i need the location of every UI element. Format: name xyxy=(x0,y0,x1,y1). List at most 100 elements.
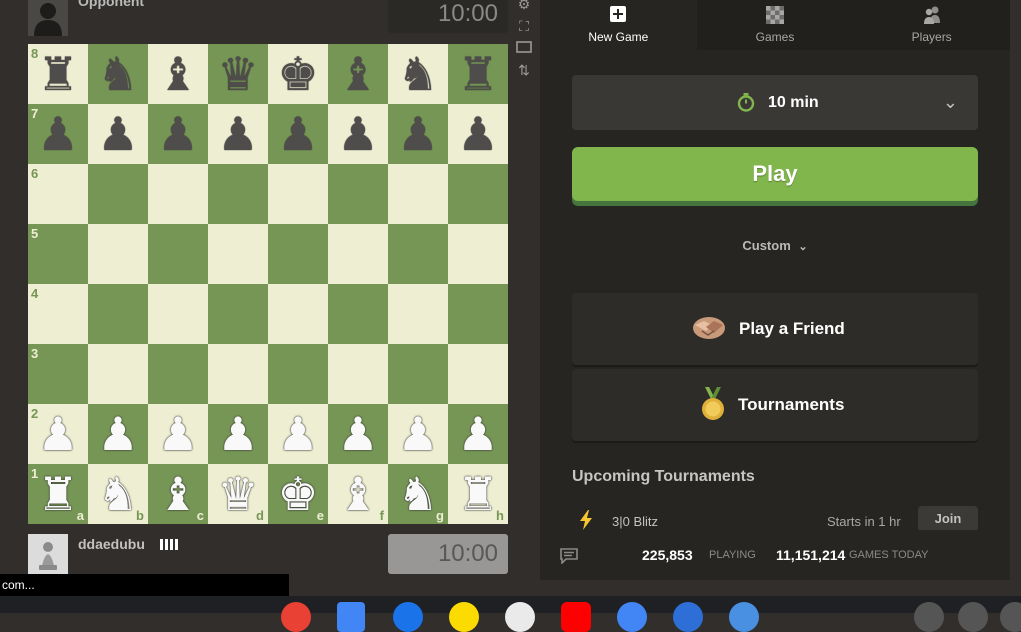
custom-toggle[interactable]: Custom ⌄ xyxy=(540,238,1010,253)
flip-board-icon[interactable]: ⇅ xyxy=(516,62,532,78)
square-f6[interactable] xyxy=(328,164,388,224)
white-pawn-icon[interactable]: ♟ xyxy=(148,404,208,464)
square-c4[interactable] xyxy=(148,284,208,344)
square-d4[interactable] xyxy=(208,284,268,344)
square-e2[interactable]: ♟ xyxy=(268,404,328,464)
status-tray-icon[interactable] xyxy=(1000,602,1021,632)
settings-gear-icon[interactable]: ⚙ xyxy=(516,0,532,12)
theater-mode-icon[interactable] xyxy=(516,40,532,56)
square-e4[interactable] xyxy=(268,284,328,344)
square-g1[interactable]: g ♞ xyxy=(388,464,448,524)
tab-players[interactable]: Players xyxy=(853,0,1011,50)
square-g2[interactable]: ♟ xyxy=(388,404,448,464)
square-d6[interactable] xyxy=(208,164,268,224)
square-d5[interactable] xyxy=(208,224,268,284)
square-h2[interactable]: ♟ xyxy=(448,404,508,464)
white-knight-icon[interactable]: ♞ xyxy=(388,464,448,524)
black-pawn-icon[interactable]: ♟ xyxy=(208,104,268,164)
square-a8[interactable]: 8 ♜ xyxy=(28,44,88,104)
meet-icon[interactable] xyxy=(729,602,759,632)
square-g4[interactable] xyxy=(388,284,448,344)
white-pawn-icon[interactable]: ♟ xyxy=(208,404,268,464)
square-b2[interactable]: ♟ xyxy=(88,404,148,464)
square-d7[interactable]: ♟ xyxy=(208,104,268,164)
black-knight-icon[interactable]: ♞ xyxy=(88,44,148,104)
white-knight-icon[interactable]: ♞ xyxy=(88,464,148,524)
black-rook-icon[interactable]: ♜ xyxy=(448,44,508,104)
play-store-icon[interactable] xyxy=(505,602,535,632)
square-b4[interactable] xyxy=(88,284,148,344)
black-pawn-icon[interactable]: ♟ xyxy=(328,104,388,164)
square-e5[interactable] xyxy=(268,224,328,284)
square-d2[interactable]: ♟ xyxy=(208,404,268,464)
square-c5[interactable] xyxy=(148,224,208,284)
square-f2[interactable]: ♟ xyxy=(328,404,388,464)
square-h6[interactable] xyxy=(448,164,508,224)
black-queen-icon[interactable]: ♛ xyxy=(208,44,268,104)
square-g7[interactable]: ♟ xyxy=(388,104,448,164)
black-pawn-icon[interactable]: ♟ xyxy=(148,104,208,164)
tab-new-game[interactable]: New Game xyxy=(540,0,697,50)
square-a2[interactable]: 2 ♟ xyxy=(28,404,88,464)
square-h5[interactable] xyxy=(448,224,508,284)
tournaments-button[interactable]: Tournaments xyxy=(572,369,978,441)
square-b5[interactable] xyxy=(88,224,148,284)
chat-icon[interactable] xyxy=(560,548,578,564)
chess-board[interactable]: 8 ♜ ♞ ♝ ♛ ♚ ♝ ♞ ♜ 7 ♟ ♟ ♟ ♟ ♟ ♟ ♟ ♟ 6 5 4 3 2 ♟ ♟ ♟ ♟ ♟ ♟ ♟ ♟ 1 a ♜ b ♞ c ♝ d ♛… xyxy=(28,44,508,524)
square-c2[interactable]: ♟ xyxy=(148,404,208,464)
square-h1[interactable]: h ♜ xyxy=(448,464,508,524)
square-f4[interactable] xyxy=(328,284,388,344)
white-pawn-icon[interactable]: ♟ xyxy=(28,404,88,464)
docs-icon[interactable] xyxy=(337,602,365,632)
white-rook-icon[interactable]: ♜ xyxy=(28,464,88,524)
square-e1[interactable]: e ♚ xyxy=(268,464,328,524)
black-pawn-icon[interactable]: ♟ xyxy=(448,104,508,164)
black-king-icon[interactable]: ♚ xyxy=(268,44,328,104)
square-b1[interactable]: b ♞ xyxy=(88,464,148,524)
white-king-icon[interactable]: ♚ xyxy=(268,464,328,524)
square-a7[interactable]: 7 ♟ xyxy=(28,104,88,164)
square-f1[interactable]: f ♝ xyxy=(328,464,388,524)
square-c1[interactable]: c ♝ xyxy=(148,464,208,524)
square-c7[interactable]: ♟ xyxy=(148,104,208,164)
youtube-icon[interactable] xyxy=(561,602,591,632)
chrome-icon[interactable] xyxy=(281,602,311,632)
square-b7[interactable]: ♟ xyxy=(88,104,148,164)
calendar-icon[interactable] xyxy=(673,602,703,632)
square-h4[interactable] xyxy=(448,284,508,344)
join-button[interactable]: Join xyxy=(918,506,978,532)
square-d1[interactable]: d ♛ xyxy=(208,464,268,524)
square-g8[interactable]: ♞ xyxy=(388,44,448,104)
black-bishop-icon[interactable]: ♝ xyxy=(328,44,388,104)
white-pawn-icon[interactable]: ♟ xyxy=(268,404,328,464)
square-a6[interactable]: 6 xyxy=(28,164,88,224)
square-g3[interactable] xyxy=(388,344,448,404)
square-e3[interactable] xyxy=(268,344,328,404)
square-e7[interactable]: ♟ xyxy=(268,104,328,164)
square-e8[interactable]: ♚ xyxy=(268,44,328,104)
square-b3[interactable] xyxy=(88,344,148,404)
white-pawn-icon[interactable]: ♟ xyxy=(328,404,388,464)
messages-icon[interactable] xyxy=(393,602,423,632)
square-g6[interactable] xyxy=(388,164,448,224)
black-pawn-icon[interactable]: ♟ xyxy=(268,104,328,164)
time-control-select[interactable]: 10 min ⌄ xyxy=(572,75,978,130)
square-h8[interactable]: ♜ xyxy=(448,44,508,104)
square-e6[interactable] xyxy=(268,164,328,224)
black-rook-icon[interactable]: ♜ xyxy=(28,44,88,104)
play-button[interactable]: Play xyxy=(572,147,978,201)
square-f5[interactable] xyxy=(328,224,388,284)
white-bishop-icon[interactable]: ♝ xyxy=(328,464,388,524)
square-f8[interactable]: ♝ xyxy=(328,44,388,104)
square-b8[interactable]: ♞ xyxy=(88,44,148,104)
square-g5[interactable] xyxy=(388,224,448,284)
square-a4[interactable]: 4 xyxy=(28,284,88,344)
square-b6[interactable] xyxy=(88,164,148,224)
square-h7[interactable]: ♟ xyxy=(448,104,508,164)
black-bishop-icon[interactable]: ♝ xyxy=(148,44,208,104)
screen-capture-icon[interactable] xyxy=(914,602,944,632)
tab-games[interactable]: Games xyxy=(696,0,854,50)
black-knight-icon[interactable]: ♞ xyxy=(388,44,448,104)
black-pawn-icon[interactable]: ♟ xyxy=(388,104,448,164)
white-rook-icon[interactable]: ♜ xyxy=(448,464,508,524)
